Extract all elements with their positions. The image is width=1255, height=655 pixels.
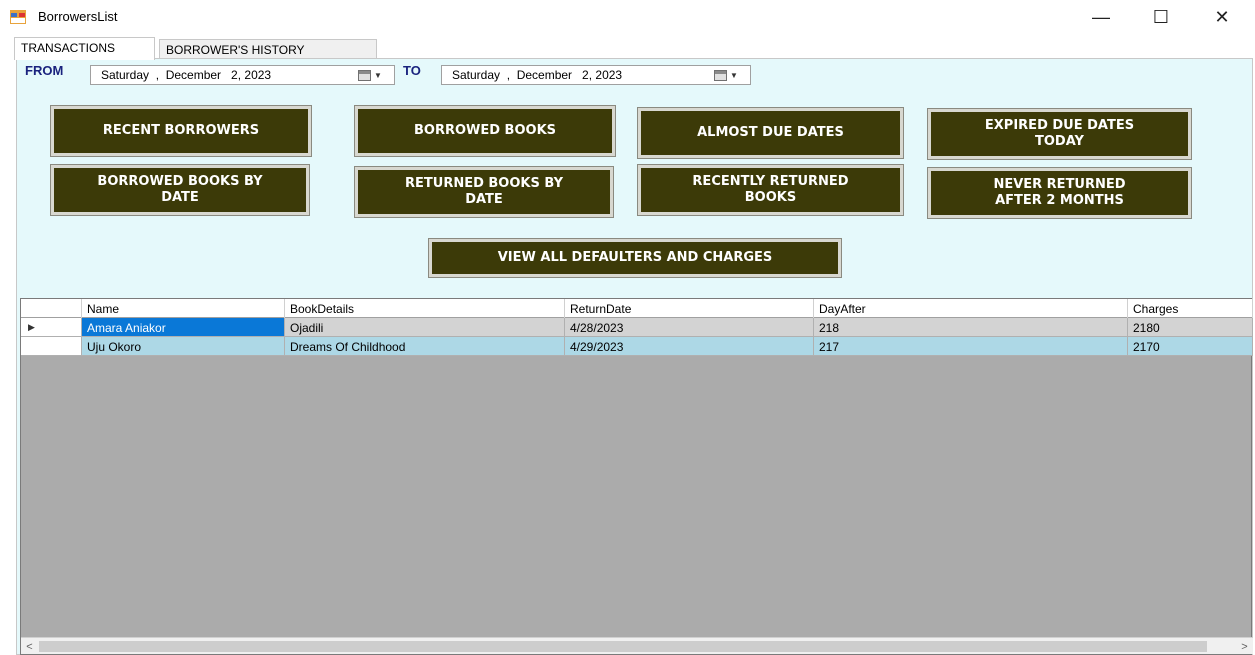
cell-bookdetails[interactable]: Dreams Of Childhood (285, 337, 565, 356)
cell-bookdetails[interactable]: Ojadili (285, 318, 565, 337)
to-label: TO (403, 63, 421, 78)
recently-returned-books-button[interactable]: RECENTLY RETURNED BOOKS (637, 164, 904, 216)
grid-header: Name BookDetails ReturnDate DayAfter Cha… (21, 299, 1253, 318)
borrowers-grid[interactable]: Name BookDetails ReturnDate DayAfter Cha… (20, 298, 1253, 655)
from-date-value: Saturday , December 2, 2023 (101, 68, 272, 82)
tab-borrowers-history[interactable]: BORROWER'S HISTORY (159, 39, 377, 60)
app-window-icon (10, 10, 26, 24)
view-all-defaulters-button[interactable]: VIEW ALL DEFAULTERS AND CHARGES (428, 238, 842, 278)
tab-strip: TRANSACTIONS BORROWER'S HISTORY (14, 37, 1244, 60)
column-header-name[interactable]: Name (82, 299, 285, 318)
cell-dayafter[interactable]: 218 (814, 318, 1128, 337)
cell-charges[interactable]: 2180 (1128, 318, 1253, 337)
minimize-button[interactable]: — (1078, 0, 1124, 34)
chevron-down-icon: ▼ (374, 70, 382, 80)
borrowed-books-button[interactable]: BORROWED BOOKS (354, 105, 616, 157)
title-bar: BorrowersList — ☐ ✕ (0, 0, 1255, 34)
cell-returndate[interactable]: 4/29/2023 (565, 337, 814, 356)
cell-charges[interactable]: 2170 (1128, 337, 1253, 356)
cell-name[interactable]: Amara Aniakor (82, 318, 285, 337)
tab-transactions[interactable]: TRANSACTIONS (14, 37, 155, 60)
calendar-icon (714, 69, 727, 81)
almost-due-dates-button[interactable]: ALMOST DUE DATES (637, 107, 904, 159)
never-returned-after-2-months-button[interactable]: NEVER RETURNED AFTER 2 MONTHS (927, 167, 1192, 219)
cell-name[interactable]: Uju Okoro (82, 337, 285, 356)
maximize-button[interactable]: ☐ (1138, 0, 1184, 34)
row-header-corner[interactable] (21, 299, 82, 318)
from-label: FROM (25, 63, 64, 78)
to-calendar-dropdown[interactable]: ▼ (714, 69, 750, 81)
window-title: BorrowersList (38, 9, 118, 24)
from-date-picker[interactable]: Saturday , December 2, 2023 ▼ (90, 65, 395, 85)
from-calendar-dropdown[interactable]: ▼ (358, 69, 394, 81)
cell-dayafter[interactable]: 217 (814, 337, 1128, 356)
horizontal-scrollbar[interactable]: < > (21, 637, 1253, 654)
table-row[interactable]: Uju Okoro Dreams Of Childhood 4/29/2023 … (21, 337, 1253, 356)
current-row-icon: ▶ (28, 322, 35, 332)
row-header[interactable] (21, 337, 82, 356)
calendar-icon (358, 69, 371, 81)
row-header[interactable]: ▶ (21, 318, 82, 337)
to-date-picker[interactable]: Saturday , December 2, 2023 ▼ (441, 65, 751, 85)
to-date-value: Saturday , December 2, 2023 (452, 68, 623, 82)
column-header-charges[interactable]: Charges (1128, 299, 1253, 318)
recent-borrowers-button[interactable]: RECENT BORROWERS (50, 105, 312, 157)
expired-due-dates-today-button[interactable]: EXPIRED DUE DATES TODAY (927, 108, 1192, 160)
column-header-bookdetails[interactable]: BookDetails (285, 299, 565, 318)
scroll-right-icon[interactable]: > (1236, 638, 1253, 655)
chevron-down-icon: ▼ (730, 70, 738, 80)
scrollbar-thumb[interactable] (39, 641, 1207, 652)
column-header-dayafter[interactable]: DayAfter (814, 299, 1128, 318)
borrowed-books-by-date-button[interactable]: BORROWED BOOKS BY DATE (50, 164, 310, 216)
scroll-left-icon[interactable]: < (21, 638, 38, 655)
returned-books-by-date-button[interactable]: RETURNED BOOKS BY DATE (354, 166, 614, 218)
close-button[interactable]: ✕ (1199, 0, 1245, 34)
cell-returndate[interactable]: 4/28/2023 (565, 318, 814, 337)
column-header-returndate[interactable]: ReturnDate (565, 299, 814, 318)
table-row[interactable]: ▶ Amara Aniakor Ojadili 4/28/2023 218 21… (21, 318, 1253, 337)
